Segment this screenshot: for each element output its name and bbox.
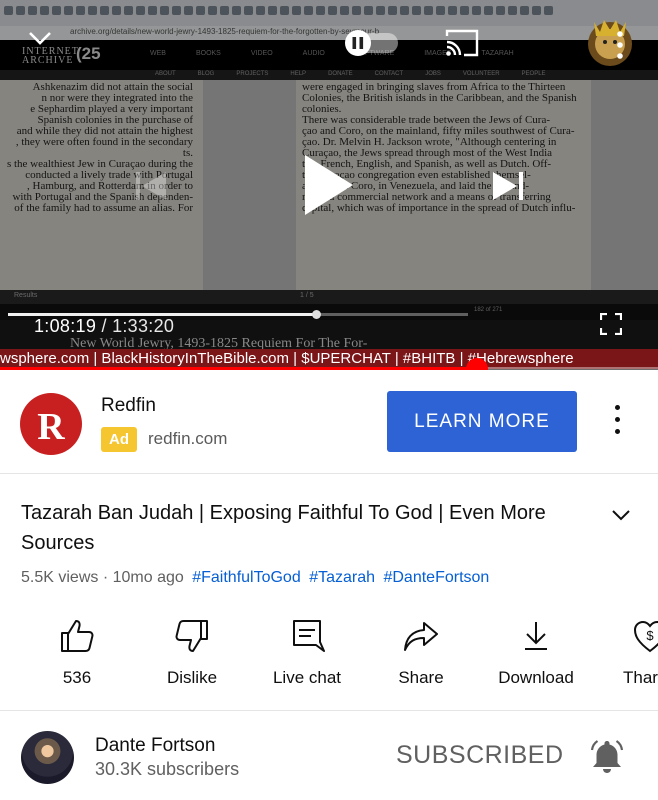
hashtag-link[interactable]: #DanteFortson: [383, 569, 489, 586]
dislike-label: Dislike: [166, 668, 218, 687]
fullscreen-icon[interactable]: [600, 313, 622, 335]
download-button[interactable]: Download: [481, 618, 591, 688]
autoplay-toggle-icon[interactable]: [340, 27, 400, 59]
advertiser-logo[interactable]: R: [20, 393, 82, 455]
advertiser-logo-letter: R: [37, 406, 65, 448]
section-divider: [0, 710, 658, 711]
view-count: 5.5K views: [21, 569, 99, 586]
ad-badge: Ad: [101, 427, 137, 452]
share-button[interactable]: Share: [366, 618, 476, 688]
notification-bell-icon[interactable]: [589, 738, 625, 774]
download-label: Download: [498, 668, 574, 687]
advertiser-domain: redfin.com: [148, 429, 228, 448]
play-icon[interactable]: [303, 153, 355, 217]
progress-bar[interactable]: [0, 358, 658, 370]
live-chat-button[interactable]: Live chat: [252, 618, 362, 688]
like-count: 536: [62, 668, 92, 687]
hashtag-link[interactable]: #FaithfulToGod: [192, 569, 301, 586]
like-button[interactable]: 536: [22, 618, 132, 688]
thanks-button[interactable]: $ Thar: [596, 618, 658, 688]
subscriber-count: 30.3K subscribers: [95, 759, 240, 779]
stream-ticker: wsphere.com | BlackHistoryInTheBible.com…: [0, 349, 658, 369]
thanks-icon: $: [633, 620, 658, 653]
meta-dot: ·: [98, 569, 113, 586]
learn-more-button[interactable]: LEARN MORE: [387, 391, 577, 452]
channel-watermark-icon: [580, 10, 640, 72]
video-title[interactable]: Tazarah Ban Judah | Exposing Faithful To…: [21, 498, 581, 558]
thumbs-down-icon: [175, 620, 208, 652]
action-bar: 536 Dislike Live chat Share Download $ T…: [0, 618, 658, 710]
subscribed-button[interactable]: SUBSCRIBED: [396, 741, 564, 770]
video-meta: 5.5K views · 10mo ago #FaithfulToGod #Ta…: [21, 569, 489, 587]
expand-description-icon[interactable]: [610, 504, 632, 526]
ad-more-icon[interactable]: [607, 405, 627, 439]
playback-time: 1:08:19 / 1:33:20: [34, 316, 174, 337]
duration: 1:33:20: [112, 316, 175, 336]
thanks-label: Thar: [623, 668, 658, 687]
channel-avatar[interactable]: [21, 731, 74, 784]
ticker-text: wsphere.com | BlackHistoryInTheBible.com…: [0, 350, 574, 367]
progress-fill: [0, 367, 478, 370]
cast-icon[interactable]: [444, 28, 480, 58]
channel-name[interactable]: Dante Fortson: [95, 735, 215, 757]
live-chat-label: Live chat: [272, 668, 342, 687]
live-chat-icon: [293, 620, 325, 652]
thumbs-up-icon: [61, 620, 94, 652]
svg-text:$: $: [646, 628, 654, 643]
dislike-button[interactable]: Dislike: [137, 618, 247, 688]
upload-age: 10mo ago: [112, 569, 184, 586]
download-icon: [525, 622, 547, 650]
ad-card[interactable]: R Redfin Ad redfin.com LEARN MORE: [0, 371, 658, 474]
current-time: 1:08:19: [34, 316, 97, 336]
time-separator: /: [96, 316, 113, 336]
video-player[interactable]: archive.org/details/new-world-jewry-1493…: [0, 0, 658, 370]
advertiser-name[interactable]: Redfin: [101, 395, 156, 417]
share-label: Share: [398, 668, 444, 687]
next-video-icon[interactable]: [491, 170, 525, 202]
hashtag-link[interactable]: #Tazarah: [309, 569, 375, 586]
minimize-chevron-icon[interactable]: [28, 30, 52, 46]
previous-video-icon: [136, 172, 166, 200]
share-icon: [404, 622, 438, 651]
player-more-icon[interactable]: [615, 30, 625, 60]
